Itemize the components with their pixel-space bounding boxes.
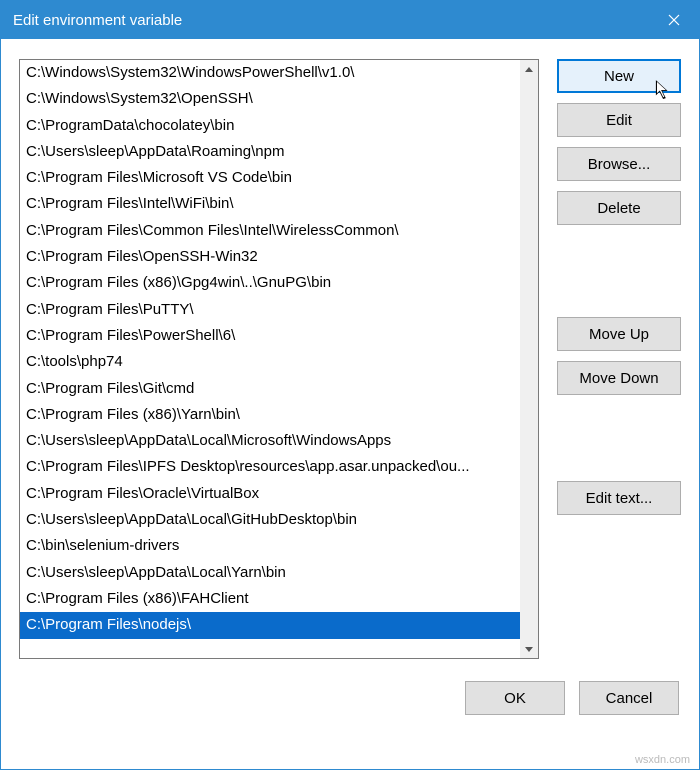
list-item[interactable]: C:\Program Files\Microsoft VS Code\bin [20,165,520,191]
new-button[interactable]: New [557,59,681,93]
edit-button[interactable]: Edit [557,103,681,137]
titlebar[interactable]: Edit environment variable [1,1,699,39]
dialog-window: Edit environment variable C:\Windows\Sys… [0,0,700,770]
list-item[interactable]: C:\Program Files\OpenSSH-Win32 [20,244,520,270]
ok-button[interactable]: OK [465,681,565,715]
list-item[interactable]: C:\Program Files\Common Files\Intel\Wire… [20,218,520,244]
spacer [557,405,681,471]
list-item[interactable]: C:\Program Files\nodejs\ [20,612,520,638]
close-icon [668,14,680,26]
list-item[interactable]: C:\Program Files\Intel\WiFi\bin\ [20,191,520,217]
chevron-down-icon [525,647,533,652]
list-item[interactable]: C:\Program Files (x86)\FAHClient [20,586,520,612]
list-item[interactable]: C:\Program Files\Git\cmd [20,376,520,402]
cancel-button[interactable]: Cancel [579,681,679,715]
scroll-up-button[interactable] [520,60,538,78]
path-listbox[interactable]: C:\Windows\System32\WindowsPowerShell\v1… [19,59,539,659]
list-item[interactable]: C:\Users\sleep\AppData\Local\GitHubDeskt… [20,507,520,533]
chevron-up-icon [525,67,533,72]
list-item[interactable]: C:\Program Files\PuTTY\ [20,297,520,323]
list-item[interactable]: C:\ProgramData\chocolatey\bin [20,113,520,139]
list-item[interactable]: C:\Program Files\IPFS Desktop\resources\… [20,454,520,480]
list-item[interactable]: C:\bin\selenium-drivers [20,533,520,559]
client-area: C:\Windows\System32\WindowsPowerShell\v1… [1,39,699,769]
list-item[interactable]: C:\Program Files\PowerShell\6\ [20,323,520,349]
list-item[interactable]: C:\Program Files\Oracle\VirtualBox [20,481,520,507]
spacer [557,235,681,307]
scrollbar[interactable] [520,60,538,658]
list-item[interactable]: C:\Windows\System32\WindowsPowerShell\v1… [20,60,520,86]
list-item[interactable]: C:\tools\php74 [20,349,520,375]
list-scroll: C:\Windows\System32\WindowsPowerShell\v1… [20,60,520,658]
list-item[interactable]: C:\Program Files (x86)\Yarn\bin\ [20,402,520,428]
move-up-button[interactable]: Move Up [557,317,681,351]
bottom-button-panel: OK Cancel [19,681,681,715]
list-item[interactable]: C:\Users\sleep\AppData\Local\Yarn\bin [20,560,520,586]
watermark: wsxdn.com [635,754,690,766]
list-item[interactable]: C:\Users\sleep\AppData\Local\Microsoft\W… [20,428,520,454]
top-area: C:\Windows\System32\WindowsPowerShell\v1… [19,59,681,659]
window-title: Edit environment variable [13,12,182,29]
browse-button[interactable]: Browse... [557,147,681,181]
delete-button[interactable]: Delete [557,191,681,225]
list-item[interactable]: C:\Users\sleep\AppData\Roaming\npm [20,139,520,165]
close-button[interactable] [649,1,699,39]
list-item[interactable]: C:\Program Files (x86)\Gpg4win\..\GnuPG\… [20,270,520,296]
side-button-panel: New Edit Browse... Delete Move Up Move D… [557,59,681,515]
edit-text-button[interactable]: Edit text... [557,481,681,515]
list-item[interactable]: C:\Windows\System32\OpenSSH\ [20,86,520,112]
scroll-down-button[interactable] [520,640,538,658]
move-down-button[interactable]: Move Down [557,361,681,395]
